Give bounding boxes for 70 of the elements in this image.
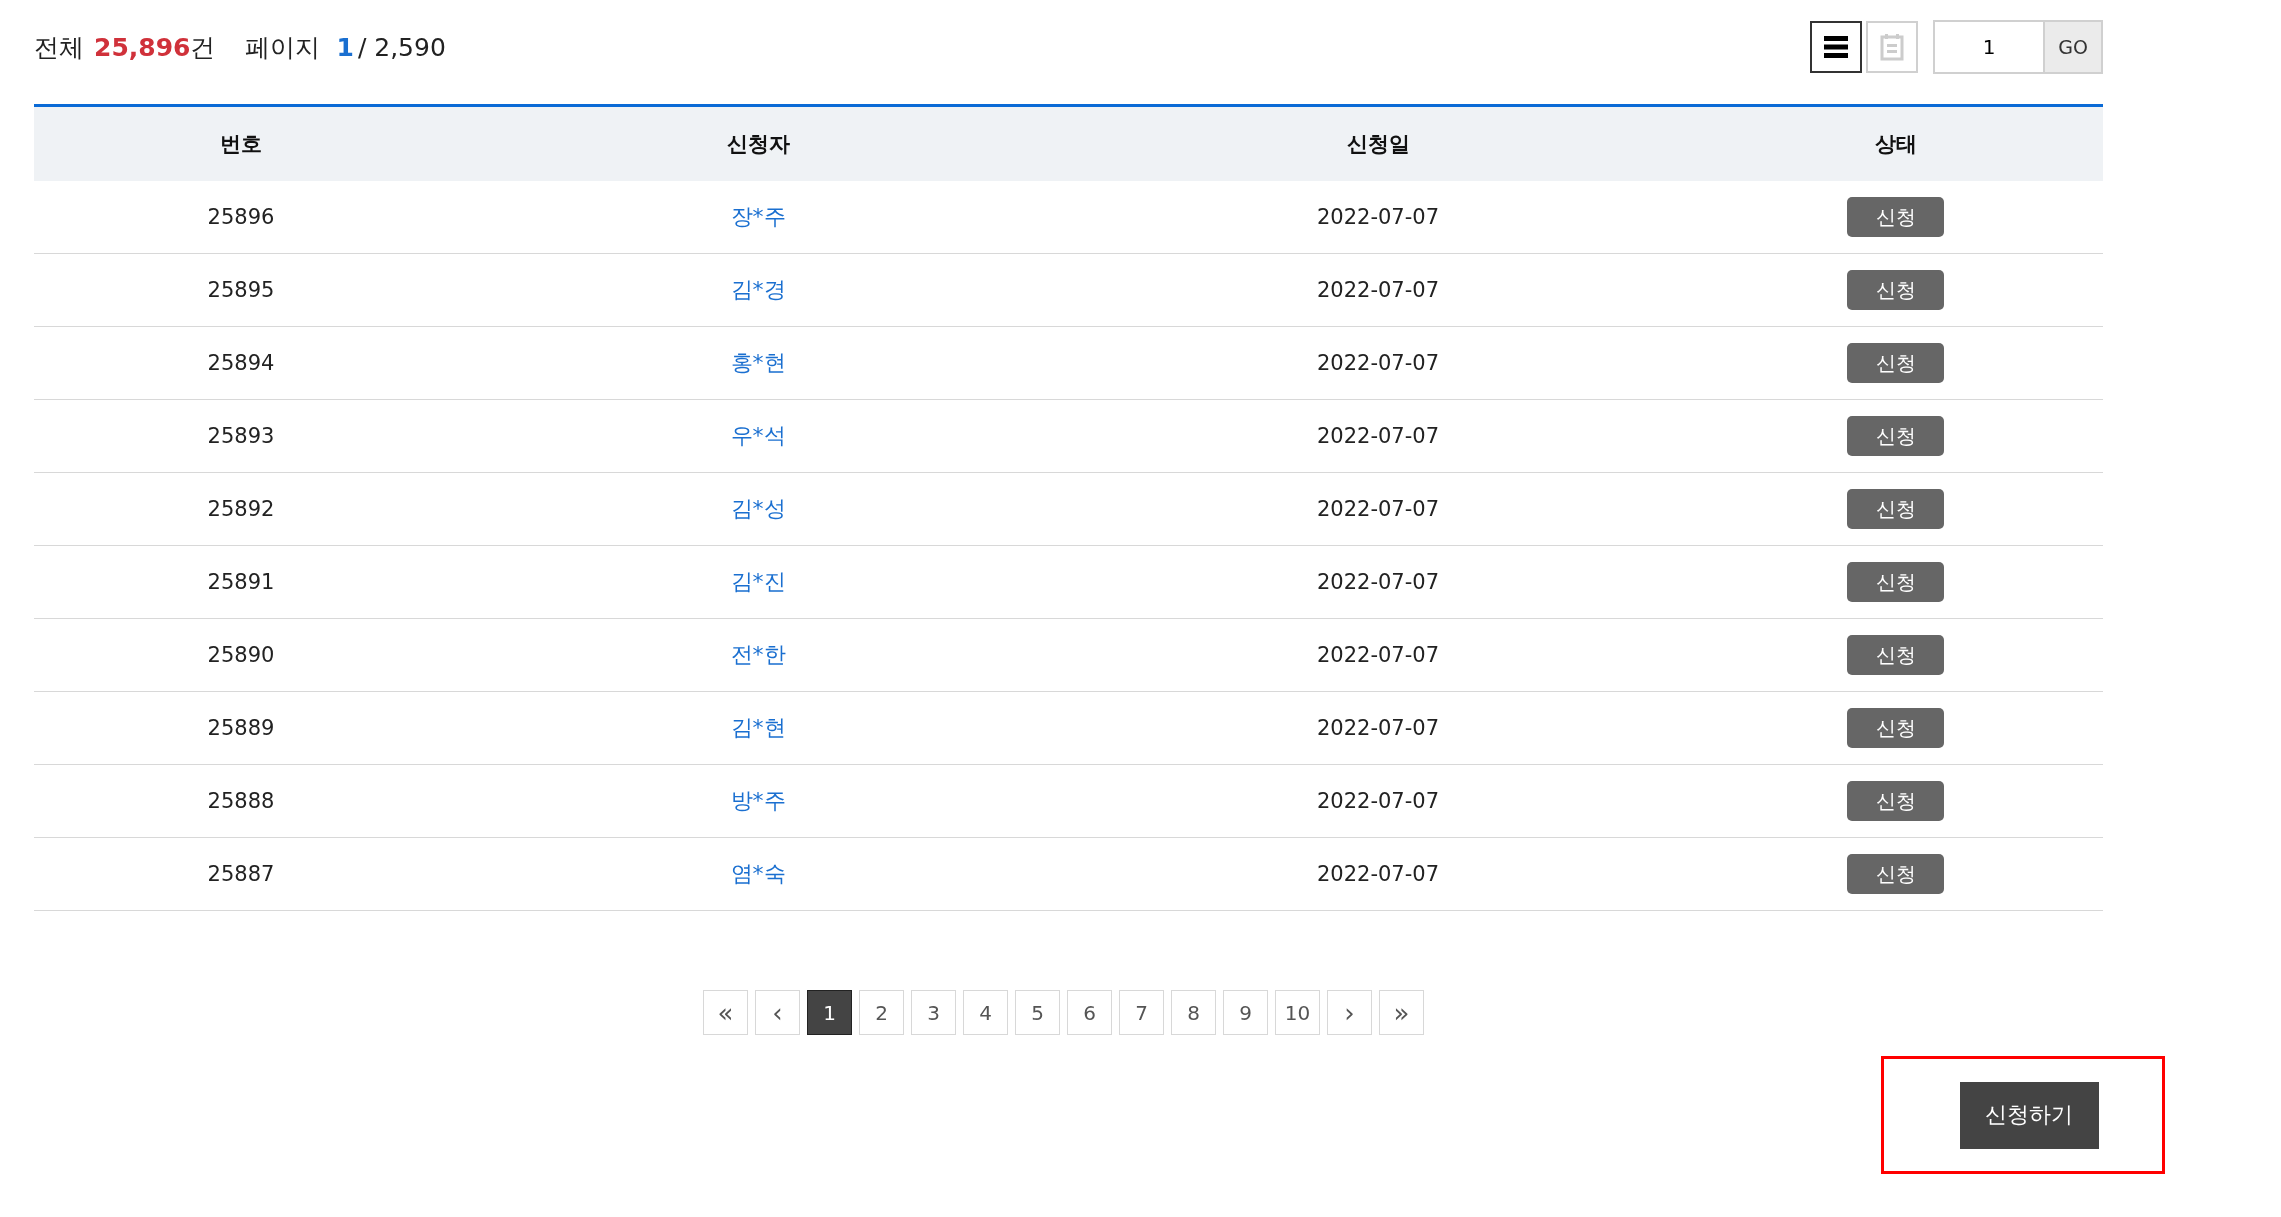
page-button[interactable]: 1 bbox=[807, 990, 852, 1035]
date-cell-text: 2022-07-07 bbox=[1315, 642, 1440, 669]
page-button[interactable]: 9 bbox=[1223, 990, 1268, 1035]
applicant-link[interactable]: 김*진 bbox=[730, 567, 786, 597]
applicant-link[interactable]: 장*주 bbox=[730, 202, 786, 232]
page-button[interactable]: 3 bbox=[911, 990, 956, 1035]
date-cell-text: 2022-07-07 bbox=[1315, 788, 1440, 815]
status-badge: 신청 bbox=[1847, 489, 1944, 529]
column-header: 신청일 bbox=[1345, 131, 1411, 158]
applicant-link[interactable]: 방*주 bbox=[730, 786, 786, 816]
date-cell-text: 2022-07-07 bbox=[1315, 423, 1440, 450]
applicant-link[interactable]: 김*현 bbox=[730, 713, 786, 743]
applicant-link[interactable]: 우*석 bbox=[730, 421, 786, 451]
status-badge: 신청 bbox=[1847, 343, 1944, 383]
next-page-button[interactable]: › bbox=[1327, 990, 1372, 1035]
number-cell-text: 25891 bbox=[206, 569, 276, 596]
page-button[interactable]: 10 bbox=[1275, 990, 1320, 1035]
applicant-link[interactable]: 염*숙 bbox=[730, 859, 786, 889]
number-cell-text: 25890 bbox=[206, 642, 276, 669]
number-cell-text: 25888 bbox=[206, 788, 276, 815]
current-page: 1 bbox=[336, 32, 354, 62]
number-cell-text: 25893 bbox=[206, 423, 276, 450]
status-badge: 신청 bbox=[1847, 781, 1944, 821]
number-cell-text: 25894 bbox=[206, 350, 276, 377]
last-page-button[interactable]: » bbox=[1379, 990, 1424, 1035]
previous-page-button[interactable]: ‹ bbox=[755, 990, 800, 1035]
status-badge: 신청 bbox=[1847, 197, 1944, 237]
page-label: 페이지 bbox=[245, 31, 321, 64]
page-button[interactable]: 4 bbox=[963, 990, 1008, 1035]
number-cell-text: 25896 bbox=[206, 204, 276, 231]
total-count: 25,896 bbox=[94, 32, 191, 62]
number-cell-text: 25889 bbox=[206, 715, 276, 742]
total-label: 전체 bbox=[34, 31, 84, 64]
page-number-field[interactable]: 1 bbox=[1933, 20, 2043, 74]
page-total: / 2,590 bbox=[357, 32, 446, 62]
date-cell-text: 2022-07-07 bbox=[1315, 277, 1440, 304]
applicant-link[interactable]: 김*성 bbox=[730, 494, 786, 524]
menu-icon bbox=[1824, 36, 1848, 58]
page-button[interactable]: 2 bbox=[859, 990, 904, 1035]
column-header: 상태 bbox=[1873, 131, 1918, 158]
number-cell-text: 25887 bbox=[206, 861, 276, 888]
page-button[interactable]: 5 bbox=[1015, 990, 1060, 1035]
status-badge: 신청 bbox=[1847, 854, 1944, 894]
status-badge: 신청 bbox=[1847, 416, 1944, 456]
date-cell-text: 2022-07-07 bbox=[1315, 715, 1440, 742]
column-header: 번호 bbox=[219, 131, 263, 158]
go-button[interactable]: GO bbox=[2043, 20, 2103, 74]
apply-button[interactable]: 신청하기 bbox=[1959, 1081, 2099, 1149]
date-cell-text: 2022-07-07 bbox=[1315, 861, 1440, 888]
applicant-link[interactable]: 홍*현 bbox=[730, 348, 786, 378]
date-cell-text: 2022-07-07 bbox=[1315, 569, 1440, 596]
column-header: 신청자 bbox=[725, 131, 791, 158]
date-cell-text: 2022-07-07 bbox=[1315, 496, 1440, 523]
status-badge: 신청 bbox=[1847, 270, 1944, 310]
page-button[interactable]: 7 bbox=[1119, 990, 1164, 1035]
total-unit: 건 bbox=[190, 31, 216, 64]
date-cell-text: 2022-07-07 bbox=[1315, 204, 1440, 231]
number-cell-text: 25892 bbox=[206, 496, 276, 523]
date-cell-text: 2022-07-07 bbox=[1315, 350, 1440, 377]
applicant-link[interactable]: 김*경 bbox=[730, 275, 786, 305]
page-button[interactable]: 8 bbox=[1171, 990, 1216, 1035]
status-badge: 신청 bbox=[1847, 635, 1944, 675]
number-cell-text: 25895 bbox=[206, 277, 276, 304]
applicant-link[interactable]: 전*한 bbox=[730, 640, 786, 670]
status-badge: 신청 bbox=[1847, 708, 1944, 748]
page-button[interactable]: 6 bbox=[1067, 990, 1112, 1035]
status-badge: 신청 bbox=[1847, 562, 1944, 602]
first-page-button[interactable]: « bbox=[703, 990, 748, 1035]
clipboard-icon bbox=[1880, 33, 1904, 61]
view-list-button[interactable] bbox=[1810, 21, 1862, 73]
